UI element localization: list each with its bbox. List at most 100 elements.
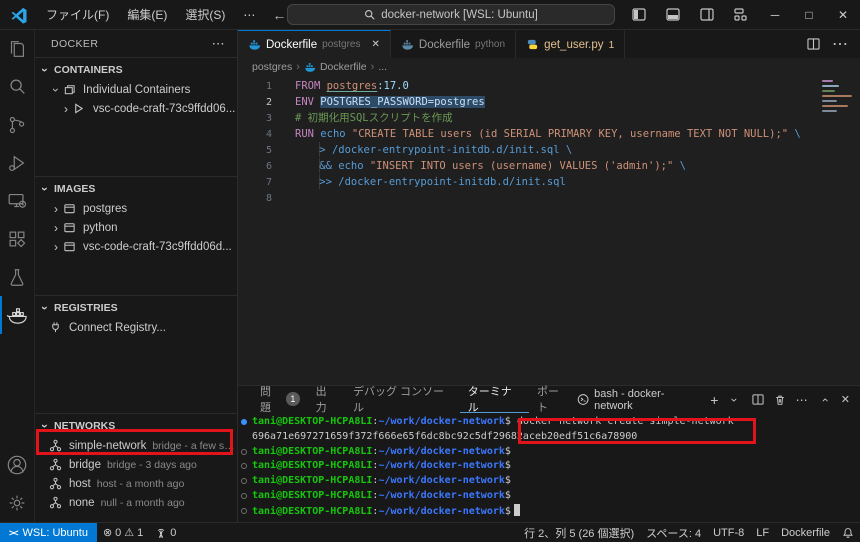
warning-count: 1 [137,527,143,539]
more-actions-icon[interactable]: ⋯ [832,34,848,54]
panel-more-icon[interactable]: ⋯ [796,393,808,407]
minimize-button[interactable]: ─ [758,0,792,29]
sidebar-title: DOCKER [51,38,98,50]
run-and-debug-icon[interactable] [0,144,34,182]
eol[interactable]: LF [750,527,775,539]
connect-registry-item[interactable]: Connect Registry... [35,318,237,337]
new-terminal-icon[interactable]: + [710,392,718,408]
breadcrumb-symbol[interactable]: ... [378,61,387,73]
source-control-icon[interactable] [0,106,34,144]
tree-item-running-container[interactable]: › vsc-code-craft-73c9ffdd06... [35,99,237,118]
customize-layout-icon[interactable] [724,8,758,21]
sidebar-more-icon[interactable]: ⋯ [212,36,225,52]
prompt-dot [241,463,247,469]
networks-section-header[interactable]: › NETWORKS [35,416,237,436]
terminal-dropdown-icon[interactable]: › [728,393,742,406]
terminal-output[interactable]: tani@DESKTOP-HCPA8LI:~/work/docker-netwo… [238,413,860,522]
code-line: 7>> /docker-entrypoint-initdb.d/init.sql [238,174,860,190]
search-sidebar-icon[interactable] [0,68,34,106]
close-window-button[interactable]: ✕ [826,0,860,29]
minimap-mark [822,105,848,107]
remote-indicator[interactable]: >< WSL: Ubuntu [0,523,97,542]
testing-icon[interactable] [0,258,34,296]
status-right: 行 2、列 5 (26 個選択) スペース: 4 UTF-8 LF Docker… [518,525,860,541]
notifications-bell-icon[interactable] [836,527,860,539]
split-terminal-icon[interactable] [752,394,764,405]
menu-selection[interactable]: 選択(S) [176,4,234,26]
minimap[interactable] [822,80,854,115]
terminal-line: tani@DESKTOP-HCPA8LI:~/work/docker-netwo… [240,445,860,460]
accounts-icon[interactable] [0,446,34,484]
toggle-secondary-sidebar-icon[interactable] [690,8,724,21]
network-desc: bridge - a few se... [152,440,237,452]
panel-tab-terminal[interactable]: ターミナル [460,386,529,413]
tree-item-label: vsc-code-craft-73c9ffdd06... [93,103,235,115]
toggle-panel-icon[interactable] [656,8,690,21]
ports-status[interactable]: 0 [149,523,182,542]
maximize-button[interactable]: □ [792,0,826,29]
radio-tower-icon [155,527,167,539]
code-editor[interactable]: 1FROM postgres:17.0 2ENV POSTGRES_PASSWO… [238,76,860,385]
maximize-panel-icon[interactable]: › [817,393,831,406]
terminal-line: tani@DESKTOP-HCPA8LI:~/work/docker-netwo… [240,459,860,474]
terminal-line: tani@DESKTOP-HCPA8LI:~/work/docker-netwo… [240,489,860,504]
network-icon [49,458,64,471]
prompt-dot [241,478,247,484]
explorer-icon[interactable] [0,30,34,68]
menu-edit[interactable]: 編集(E) [118,4,176,26]
code-line: 2ENV POSTGRES_PASSWORD=postgres [238,94,860,110]
remote-explorer-icon[interactable] [0,182,34,220]
images-section-header[interactable]: › IMAGES [35,179,237,199]
plug-icon [49,321,64,334]
tab-dockerfile-postgres[interactable]: Dockerfile postgres ✕ [238,30,391,58]
tree-item-image-postgres[interactable]: › postgres [35,199,237,218]
containers-section: › CONTAINERS › Individual Containers › v… [35,57,237,176]
tab-hint: python [475,39,505,50]
close-tab-icon[interactable]: ✕ [372,39,380,50]
breadcrumb-file[interactable]: Dockerfile [320,61,367,73]
tree-item-individual-containers[interactable]: › Individual Containers [35,80,237,99]
breadcrumb[interactable]: postgres › Dockerfile › ... [238,58,860,76]
extensions-icon[interactable] [0,220,34,258]
tab-hint: postgres [322,39,360,50]
network-item-simple-network[interactable]: simple-network bridge - a few se... [35,436,237,455]
command-center-search[interactable]: docker-network [WSL: Ubuntu] [287,4,615,25]
status-bar: >< WSL: Ubuntu ⊗ 0 ⚠ 1 0 行 2、列 5 (26 個選択… [0,522,860,542]
toggle-sidebar-icon[interactable] [622,8,656,21]
close-panel-icon[interactable]: ✕ [841,393,850,406]
menu-more[interactable]: ⋯ [234,4,264,26]
tree-item-label: python [83,222,118,234]
docker-file-icon [304,61,316,73]
chevron-down-icon: › [49,83,63,97]
tab-dockerfile-python[interactable]: Dockerfile python [391,30,516,58]
panel-tab-problems[interactable]: 問題 1 [252,386,308,413]
breadcrumb-folder[interactable]: postgres [252,61,292,73]
containers-section-header[interactable]: › CONTAINERS [35,60,237,80]
indentation[interactable]: スペース: 4 [640,525,707,541]
split-editor-icon[interactable] [807,38,820,50]
tree-item-image-python[interactable]: › python [35,218,237,237]
terminal-instance[interactable]: bash - docker-network [577,388,696,412]
tree-item-image-vsc[interactable]: › vsc-code-craft-73c9ffdd06d... [35,237,237,256]
network-item-host[interactable]: host host - a month ago [35,474,237,493]
cursor-position[interactable]: 行 2、列 5 (26 個選択) [518,525,640,541]
network-icon [49,477,64,490]
kill-terminal-icon[interactable] [774,394,786,406]
panel-tab-ports[interactable]: ポート [529,386,577,413]
encoding[interactable]: UTF-8 [707,527,750,539]
network-item-none[interactable]: none null - a month ago [35,493,237,512]
problems-status[interactable]: ⊗ 0 ⚠ 1 [97,523,149,542]
tab-get-user-py[interactable]: get_user.py 1 [516,30,625,58]
panel-tab-debug-console[interactable]: デバッグ コンソール [345,386,460,413]
language-mode[interactable]: Dockerfile [775,527,836,539]
base-image-link[interactable]: postgres [327,80,378,92]
remote-label: WSL: Ubuntu [23,527,88,539]
indent-guide [295,142,320,157]
menu-file[interactable]: ファイル(F) [37,4,118,26]
panel-actions: bash - docker-network + › ⋯ › ✕ [577,388,850,412]
panel-tab-output[interactable]: 出力 [308,386,345,413]
docker-icon[interactable] [0,296,34,334]
settings-gear-icon[interactable] [0,484,34,522]
registries-section-header[interactable]: › REGISTRIES [35,298,237,318]
network-item-bridge[interactable]: bridge bridge - 3 days ago [35,455,237,474]
